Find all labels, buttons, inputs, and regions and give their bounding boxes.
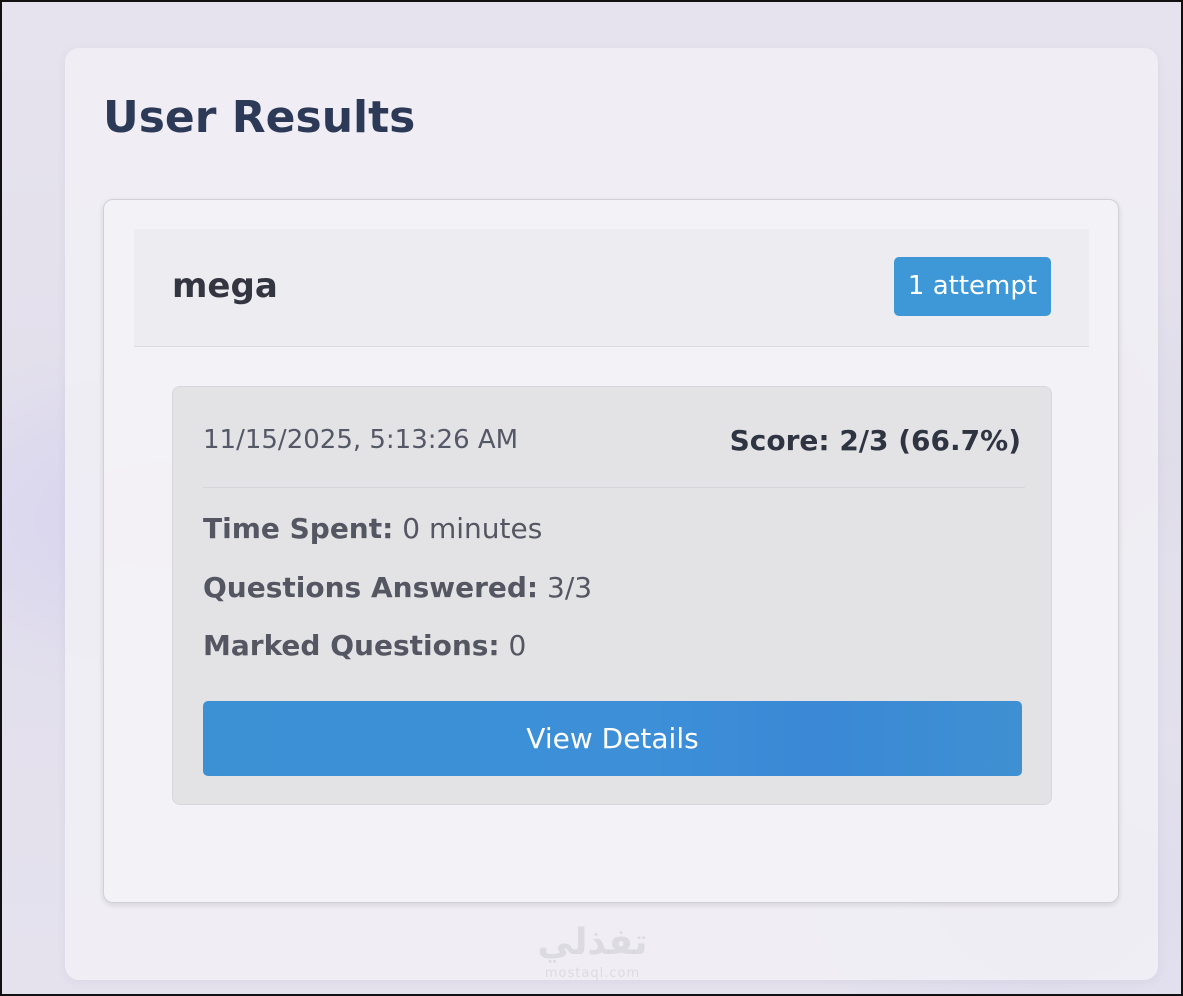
attempt-summary-row: 11/15/2025, 5:13:26 AM Score: 2/3 (66.7%…	[203, 387, 1025, 488]
user-header: mega 1 attempt	[134, 229, 1089, 347]
attempt-count-badge: 1 attempt	[894, 257, 1051, 316]
questions-answered-stat: Questions Answered: 3/3	[203, 571, 592, 604]
questions-answered-value: 3/3	[538, 571, 593, 604]
marked-questions-stat: Marked Questions: 0	[203, 629, 526, 662]
time-spent-label: Time Spent:	[203, 512, 394, 545]
marked-questions-label: Marked Questions:	[203, 629, 500, 662]
results-panel: User Results mega 1 attempt 11/15/2025, …	[65, 48, 1158, 980]
questions-answered-label: Questions Answered:	[203, 571, 539, 604]
time-spent-value: 0 minutes	[393, 512, 543, 545]
user-result-card: mega 1 attempt 11/15/2025, 5:13:26 AM Sc…	[103, 199, 1119, 903]
attempt-card: 11/15/2025, 5:13:26 AM Score: 2/3 (66.7%…	[172, 386, 1052, 805]
time-spent-stat: Time Spent: 0 minutes	[203, 512, 542, 545]
page-title: User Results	[103, 92, 416, 143]
view-details-button[interactable]: View Details	[203, 701, 1022, 776]
attempt-datetime: 11/15/2025, 5:13:26 AM	[203, 425, 519, 455]
user-name: mega	[172, 266, 278, 306]
marked-questions-value: 0	[499, 629, 527, 662]
attempt-score: Score: 2/3 (66.7%)	[729, 424, 1021, 457]
